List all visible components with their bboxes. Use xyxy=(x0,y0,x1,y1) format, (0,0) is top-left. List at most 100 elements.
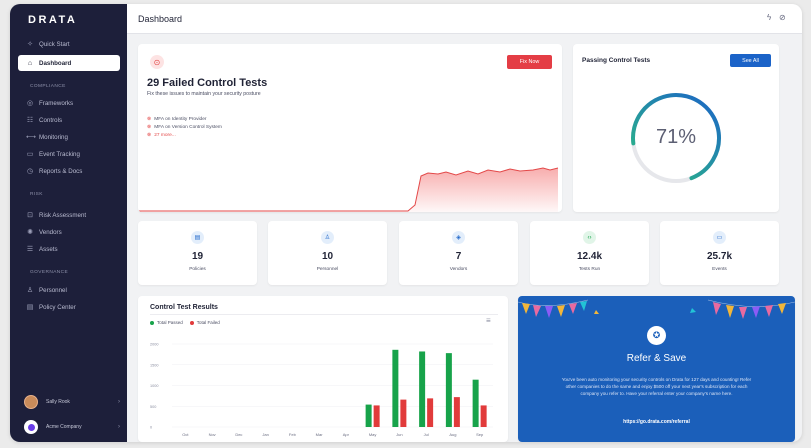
lightning-icon[interactable]: ϟ xyxy=(767,13,771,22)
sidebar-item-label: Reports & Docs xyxy=(39,167,83,175)
user-menu[interactable]: Sally Rook › xyxy=(24,393,120,411)
bar-passed-may[interactable] xyxy=(365,404,372,427)
reports-icon: ◷ xyxy=(26,168,34,175)
sidebar-item-policy-center[interactable]: ▤ Policy Center xyxy=(18,299,120,315)
sidebar-item-label: Dashboard xyxy=(39,59,72,67)
chevron-right-icon: › xyxy=(118,424,120,430)
stat-card-policies[interactable]: ▤ 19 Policies xyxy=(138,221,257,285)
sidebar-item-dashboard[interactable]: ⌂ Dashboard xyxy=(18,55,120,71)
sidebar-item-label: Vendors xyxy=(39,228,62,236)
assets-icon: ☰ xyxy=(26,246,34,253)
sidebar-item-frameworks[interactable]: ◎ Frameworks xyxy=(18,95,120,111)
y-tick-label: 1500 xyxy=(150,363,158,367)
stat-value: 7 xyxy=(455,251,462,262)
sidebar-item-vendors[interactable]: ✺ Vendors xyxy=(18,224,120,240)
calendar-icon: ▭ xyxy=(26,151,34,158)
calendar-icon: ▭ xyxy=(713,231,726,244)
bar-passed-jul[interactable] xyxy=(419,351,426,427)
sidebar-item-label: Policy Center xyxy=(39,303,76,311)
y-tick-label: 0 xyxy=(150,426,152,430)
y-tick-label: 1000 xyxy=(150,384,158,388)
sidebar-item-label: Event Tracking xyxy=(39,150,80,158)
chevron-right-icon: › xyxy=(118,399,120,405)
company-name: Acme Company xyxy=(46,424,82,430)
passing-tests-card: Passing Control Tests See All 71% xyxy=(573,44,779,212)
bar-failed-jun[interactable] xyxy=(400,399,407,427)
bar-failed-sep[interactable] xyxy=(480,405,487,427)
sidebar-item-monitoring[interactable]: ⟷ Monitoring xyxy=(18,129,120,145)
sidebar: DRATA ✧ Quick Start ⌂ Dashboard COMPLIAN… xyxy=(10,4,127,442)
x-tick-label: Dec xyxy=(235,432,242,437)
sidebar-item-label: Personnel xyxy=(39,286,67,294)
sidebar-item-controls[interactable]: ☷ Controls xyxy=(18,112,120,128)
bar-failed-aug[interactable] xyxy=(453,397,460,427)
sidebar-section-governance: GOVERNANCE xyxy=(30,270,69,275)
bar-passed-sep[interactable] xyxy=(472,379,479,427)
x-tick-label: Sep xyxy=(476,432,484,437)
failed-tests-card: ⊙ Fix Now 29 Failed Control Tests Fix th… xyxy=(138,44,562,212)
sidebar-item-assets[interactable]: ☰ Assets xyxy=(18,241,120,257)
app-window: DRATA ✧ Quick Start ⌂ Dashboard COMPLIAN… xyxy=(10,4,802,442)
company-logo xyxy=(24,420,38,434)
sidebar-item-risk-assessment[interactable]: ⊡ Risk Assessment xyxy=(18,207,120,223)
box-icon: ◈ xyxy=(452,231,465,244)
sidebar-item-event-tracking[interactable]: ▭ Event Tracking xyxy=(18,146,120,162)
stat-card-tests-run[interactable]: ‹› 12.4k Tests Run xyxy=(530,221,649,285)
help-icon[interactable]: ⊘ xyxy=(779,13,786,22)
x-tick-label: Aug xyxy=(449,432,456,437)
stat-value: 12.4k xyxy=(576,251,603,262)
award-ribbon-icon: ✪ xyxy=(647,326,666,345)
stat-value: 10 xyxy=(321,251,334,262)
control-results-chart: 2000 1500 1000 500 0 Oct Nov Dec Jan Feb Mar Apr May… xyxy=(150,343,493,437)
people-icon: ♙ xyxy=(321,231,334,244)
page-title: Dashboard xyxy=(138,14,183,24)
company-menu[interactable]: Acme Company › xyxy=(24,418,120,436)
code-icon: ‹› xyxy=(583,231,596,244)
passing-percent: 71% xyxy=(655,126,697,148)
refer-body: You've been auto monitoring your securit… xyxy=(561,377,752,397)
stat-card-personnel[interactable]: ♙ 10 Personnel xyxy=(268,221,387,285)
x-tick-label: Jun xyxy=(396,432,402,437)
bar-passed-jun[interactable] xyxy=(392,349,399,427)
x-tick-label: Oct xyxy=(182,432,189,437)
sidebar-item-reports[interactable]: ◷ Reports & Docs xyxy=(18,163,120,179)
stat-value: 25.7k xyxy=(706,251,733,262)
y-tick-label: 2000 xyxy=(150,343,158,347)
stat-card-events[interactable]: ▭ 25.7k Events xyxy=(660,221,779,285)
stat-label: Events xyxy=(712,267,727,272)
x-tick-label: Feb xyxy=(289,432,297,437)
drata-logo[interactable]: DRATA xyxy=(28,14,77,26)
bar-failed-may[interactable] xyxy=(373,405,380,427)
x-tick-label: Jan xyxy=(262,432,268,437)
y-tick-label: 500 xyxy=(150,405,156,409)
bar-passed-aug[interactable] xyxy=(445,353,452,427)
x-tick-label: Mar xyxy=(316,432,324,437)
sidebar-item-label: Frameworks xyxy=(39,99,74,107)
referral-link[interactable]: https://go.drata.com/referral xyxy=(518,419,795,425)
x-tick-label: Apr xyxy=(343,432,350,437)
x-tick-label: May xyxy=(369,432,377,437)
bar-failed-jul[interactable] xyxy=(427,398,434,427)
sidebar-item-personnel[interactable]: ♙ Personnel xyxy=(18,282,120,298)
control-results-card: Control Test Results Total Passed Total … xyxy=(138,296,508,442)
x-tick-label: Jul xyxy=(424,432,429,437)
stat-value: 19 xyxy=(191,251,204,262)
stat-label: Tests Run xyxy=(578,267,601,272)
sidebar-item-label: Monitoring xyxy=(39,133,68,141)
refer-title: Refer & Save xyxy=(626,353,687,364)
stat-card-vendors[interactable]: ◈ 7 Vendors xyxy=(399,221,518,285)
top-bar: Dashboard ϟ ⊘ xyxy=(127,4,802,34)
sidebar-section-risk: RISK xyxy=(30,192,43,197)
sidebar-item-quick-start[interactable]: ✧ Quick Start xyxy=(18,36,120,52)
x-tick-label: Nov xyxy=(209,432,216,437)
monitoring-icon: ⟷ xyxy=(26,134,37,141)
user-name: Sally Rook xyxy=(46,399,70,405)
vendors-icon: ✺ xyxy=(27,229,33,236)
sidebar-item-label: Risk Assessment xyxy=(39,211,87,219)
controls-icon: ☷ xyxy=(26,117,34,124)
sparkle-icon: ✧ xyxy=(27,41,33,48)
risk-icon: ⊡ xyxy=(27,212,33,219)
avatar xyxy=(24,395,38,409)
person-icon: ♙ xyxy=(26,287,34,294)
policy-icon: ▤ xyxy=(26,304,34,311)
